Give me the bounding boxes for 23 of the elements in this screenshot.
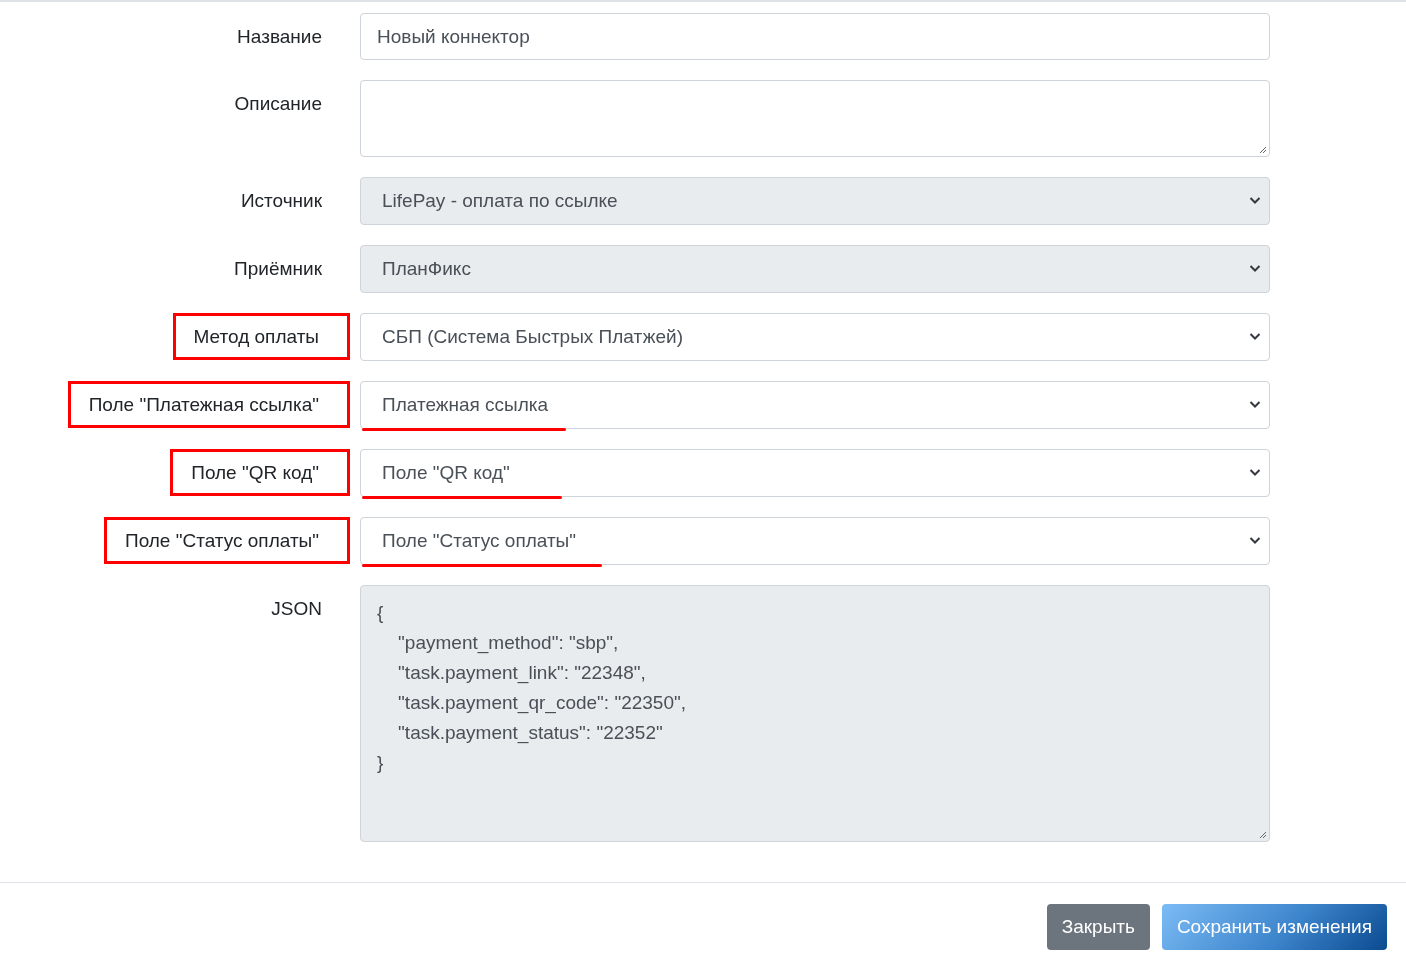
chevron-down-icon [1249,264,1261,273]
resize-grip-icon[interactable] [1257,144,1267,154]
chevron-down-icon [1249,468,1261,477]
field-label: JSON [271,597,322,621]
name-input[interactable]: Новый коннектор [360,13,1270,60]
field-label: Поле "Статус оплаты" [103,517,350,564]
dropdown-select[interactable]: СБП (Система Быстрых Платжей) [360,313,1270,361]
chevron-down-icon [1249,196,1261,205]
field-label: Метод оплаты [172,313,350,360]
field-label: Описание [234,92,322,116]
field-label: Название [237,25,322,49]
chevron-down-icon [1249,400,1261,409]
chevron-down-icon [1249,536,1261,545]
dropdown-select[interactable]: Поле "Статус оплаты" [360,517,1270,565]
save-button[interactable]: Сохранить изменения [1161,904,1387,950]
field-label: Поле "QR код" [170,449,350,496]
close-button[interactable]: Закрыть [1046,904,1150,950]
dropdown-select[interactable]: Платежная ссылка [360,381,1270,429]
chevron-down-icon [1249,332,1261,341]
field-label: Приёмник [234,257,322,281]
field-label: Источник [240,189,322,213]
dropdown-select[interactable]: Поле "QR код" [360,449,1270,497]
field-label: Поле "Платежная ссылка" [67,381,350,428]
